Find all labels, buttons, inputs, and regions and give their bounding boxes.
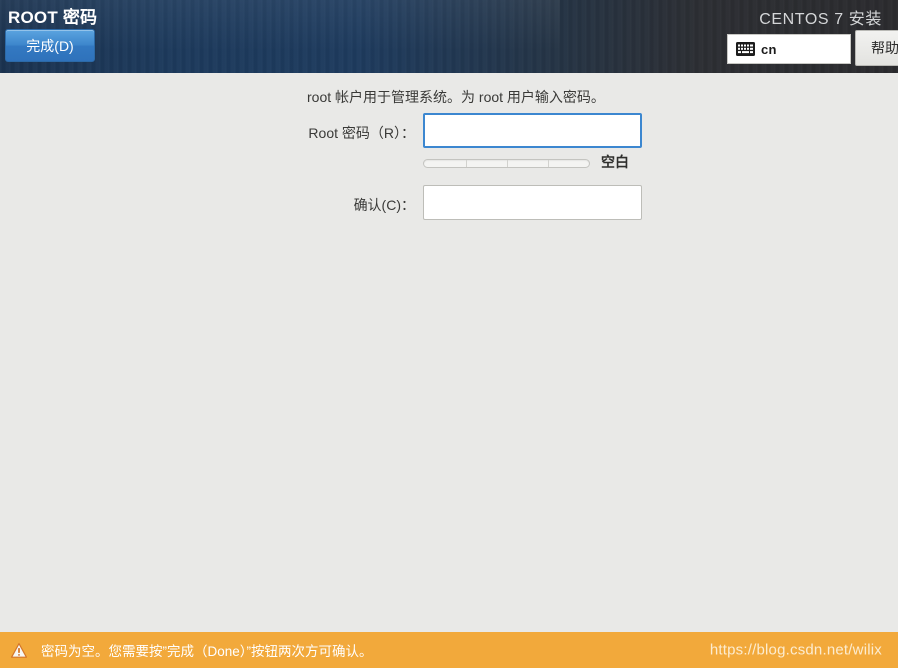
watermark-url: https://blog.csdn.net/wilix: [709, 641, 882, 659]
keyboard-layout-label: cn: [761, 41, 777, 57]
done-button[interactable]: 完成(D): [5, 29, 95, 62]
keyboard-icon: [736, 42, 755, 56]
root-password-input[interactable]: [423, 113, 642, 148]
root-password-label: Root 密码（R）：: [308, 125, 415, 141]
help-button[interactable]: 帮助: [855, 30, 898, 66]
keyboard-layout-indicator[interactable]: cn: [727, 34, 851, 64]
page-title: ROOT 密码: [8, 8, 98, 27]
warning-message: 密码为空。您需要按”完成（Done）”按钮两次方可确认。: [41, 644, 373, 659]
confirm-password-label: 确认(C)：: [353, 197, 415, 213]
installer-screen: ROOT 密码 CENTOS 7 安装 完成(D) cn 帮助 root 帐户用…: [0, 0, 898, 668]
password-strength-meter: [423, 159, 590, 168]
password-strength-bar: [423, 159, 590, 168]
status-warning-bar: 密码为空。您需要按”完成（Done）”按钮两次方可确认。 https://blo…: [0, 632, 898, 668]
password-strength-label: 空白: [601, 154, 629, 170]
product-title: CENTOS 7 安装: [759, 11, 882, 28]
main-content: root 帐户用于管理系统。为 root 用户输入密码。 Root 密码（R）：…: [0, 73, 898, 632]
meter-tick: [548, 160, 549, 167]
description-text: root 帐户用于管理系统。为 root 用户输入密码。: [307, 89, 605, 105]
header-bar: ROOT 密码 CENTOS 7 安装 完成(D) cn 帮助: [0, 0, 898, 73]
confirm-password-input[interactable]: [423, 185, 642, 220]
meter-tick: [507, 160, 508, 167]
meter-tick: [466, 160, 467, 167]
warning-triangle-icon: [11, 642, 27, 658]
